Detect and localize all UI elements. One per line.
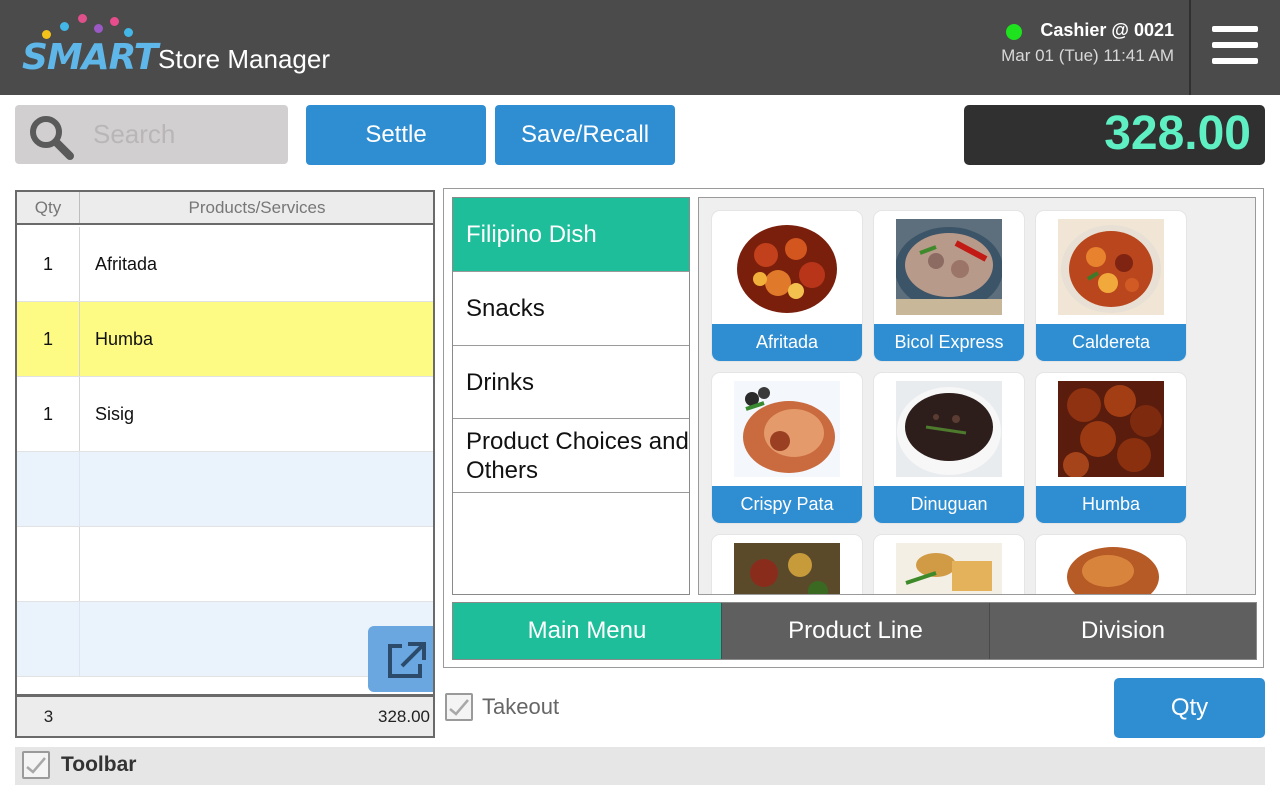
crispy-pata-food-image bbox=[734, 381, 840, 477]
product-label: Caldereta bbox=[1036, 324, 1186, 361]
hamburger-menu-button[interactable] bbox=[1192, 0, 1280, 95]
category-product-choices[interactable]: Product Choices and Others bbox=[453, 419, 689, 493]
tab-product-line[interactable]: Product Line bbox=[721, 603, 989, 659]
row-product: Afritada bbox=[95, 254, 158, 274]
total-display: 328.00 bbox=[964, 105, 1265, 165]
search-input[interactable] bbox=[93, 113, 278, 155]
product-label: Humba bbox=[1036, 486, 1186, 523]
search-icon bbox=[30, 116, 74, 160]
menu-tabs: Main Menu Product Line Division bbox=[452, 602, 1257, 660]
row-qty: 1 bbox=[17, 377, 80, 451]
external-link-icon bbox=[388, 642, 426, 678]
product-tile-partial[interactable] bbox=[874, 535, 1024, 594]
total-qty: 3 bbox=[43, 707, 54, 726]
expand-order-button[interactable] bbox=[368, 626, 433, 692]
humba-food-image bbox=[1058, 381, 1164, 477]
takeout-label: Takeout bbox=[482, 694, 560, 719]
category-list: Filipino Dish Snacks Drinks Product Choi… bbox=[452, 197, 690, 595]
toolbar-checkbox[interactable] bbox=[22, 751, 50, 779]
product-tile-bicol-express[interactable]: Bicol Express bbox=[874, 211, 1024, 361]
product-tile-dinuguan[interactable]: Dinuguan bbox=[874, 373, 1024, 523]
datetime-label: Mar 01 (Tue) 11:41 AM bbox=[1001, 46, 1174, 65]
product-tile-partial[interactable] bbox=[712, 535, 862, 594]
order-table: Qty Products/Services 1 Afritada 1 Humba… bbox=[15, 190, 435, 738]
menu-panel: Filipino Dish Snacks Drinks Product Choi… bbox=[443, 188, 1264, 668]
save-recall-button[interactable]: Save/Recall bbox=[495, 105, 675, 165]
table-row-empty bbox=[17, 452, 433, 527]
tab-division[interactable]: Division bbox=[989, 603, 1256, 659]
table-row-empty bbox=[17, 527, 433, 602]
total-amount: 328.00 bbox=[1104, 107, 1251, 160]
toolbar-bar: Toolbar bbox=[15, 747, 1265, 785]
hamburger-icon bbox=[1212, 26, 1258, 32]
row-product: Humba bbox=[95, 329, 154, 349]
table-row-selected[interactable]: 1 Humba bbox=[17, 302, 433, 377]
category-snacks[interactable]: Snacks bbox=[453, 272, 689, 346]
cashier-label: Cashier @ 0021 bbox=[1040, 20, 1174, 40]
app-header: SMART Store Manager Cashier @ 0021 Mar 0… bbox=[0, 0, 1280, 95]
toolbar-label: Toolbar bbox=[61, 753, 137, 776]
qty-button[interactable]: Qty bbox=[1114, 678, 1265, 738]
header-divider bbox=[1189, 0, 1191, 95]
table-row[interactable]: 1 Afritada bbox=[17, 227, 433, 302]
product-grid: Afritada Bicol Express Caldereta Crispy … bbox=[698, 197, 1256, 595]
check-icon bbox=[26, 757, 46, 774]
product-label: Dinuguan bbox=[874, 486, 1024, 523]
food-image bbox=[1058, 543, 1164, 594]
takeout-checkbox[interactable] bbox=[445, 693, 473, 721]
product-label: Afritada bbox=[712, 324, 862, 361]
product-tile-crispy-pata[interactable]: Crispy Pata bbox=[712, 373, 862, 523]
afritada-food-image bbox=[734, 219, 840, 315]
logo-brand: SMART bbox=[22, 37, 158, 78]
row-qty: 1 bbox=[17, 302, 80, 376]
order-total-amount: 328.00 bbox=[378, 707, 430, 726]
category-drinks[interactable]: Drinks bbox=[453, 346, 689, 419]
column-header-qty: Qty bbox=[17, 192, 80, 223]
product-tile-partial[interactable] bbox=[1036, 535, 1186, 594]
table-row[interactable]: 1 Sisig bbox=[17, 377, 433, 452]
check-icon bbox=[449, 699, 469, 716]
caldereta-food-image bbox=[1058, 219, 1164, 315]
product-label: Bicol Express bbox=[874, 324, 1024, 361]
product-tile-humba[interactable]: Humba bbox=[1036, 373, 1186, 523]
app-logo: SMART Store Manager bbox=[22, 14, 352, 80]
logo-suffix: Store Manager bbox=[158, 44, 330, 74]
category-filipino-dish[interactable]: Filipino Dish bbox=[453, 198, 689, 272]
online-status-dot bbox=[1006, 24, 1022, 40]
row-qty: 1 bbox=[17, 227, 80, 301]
product-tile-afritada[interactable]: Afritada bbox=[712, 211, 862, 361]
product-tile-caldereta[interactable]: Caldereta bbox=[1036, 211, 1186, 361]
column-header-products: Products/Services bbox=[188, 198, 326, 217]
bicol-express-food-image bbox=[896, 219, 1002, 315]
product-label: Crispy Pata bbox=[712, 486, 862, 523]
dinuguan-food-image bbox=[896, 381, 1002, 477]
search-box[interactable] bbox=[15, 105, 288, 164]
food-image bbox=[734, 543, 840, 594]
tab-main-menu[interactable]: Main Menu bbox=[453, 603, 721, 659]
order-table-header: Qty Products/Services bbox=[17, 192, 433, 225]
food-image bbox=[896, 543, 1002, 594]
order-table-footer: 3 328.00 bbox=[17, 694, 433, 736]
row-product: Sisig bbox=[95, 404, 135, 424]
settle-button[interactable]: Settle bbox=[306, 105, 486, 165]
